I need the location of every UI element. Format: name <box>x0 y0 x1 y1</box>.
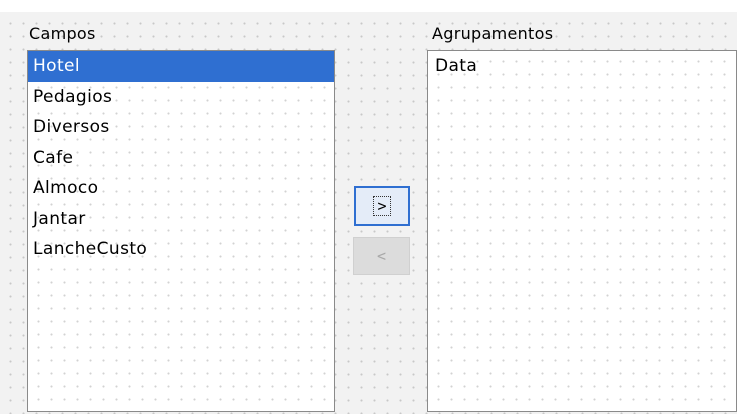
groupings-label: Agrupamentos <box>432 24 554 43</box>
remove-arrow-label: < <box>376 247 387 265</box>
add-arrow-label: > <box>373 196 391 216</box>
list-item[interactable]: Cafe <box>28 143 334 174</box>
add-field-button[interactable]: > <box>354 186 410 226</box>
list-item[interactable]: Data <box>428 51 736 82</box>
top-strip <box>0 0 737 12</box>
fields-label: Campos <box>29 24 96 43</box>
fields-listbox[interactable]: Hotel Pedagios Diversos Cafe Almoco Jant… <box>27 50 335 412</box>
remove-field-button[interactable]: < <box>353 237 410 275</box>
list-item[interactable]: Pedagios <box>28 82 334 113</box>
list-item[interactable]: LancheCusto <box>28 234 334 265</box>
list-item[interactable]: Hotel <box>28 51 334 82</box>
list-item[interactable]: Almoco <box>28 173 334 204</box>
list-item[interactable]: Diversos <box>28 112 334 143</box>
list-item[interactable]: Jantar <box>28 204 334 235</box>
groupings-listbox[interactable]: Data <box>427 50 737 412</box>
